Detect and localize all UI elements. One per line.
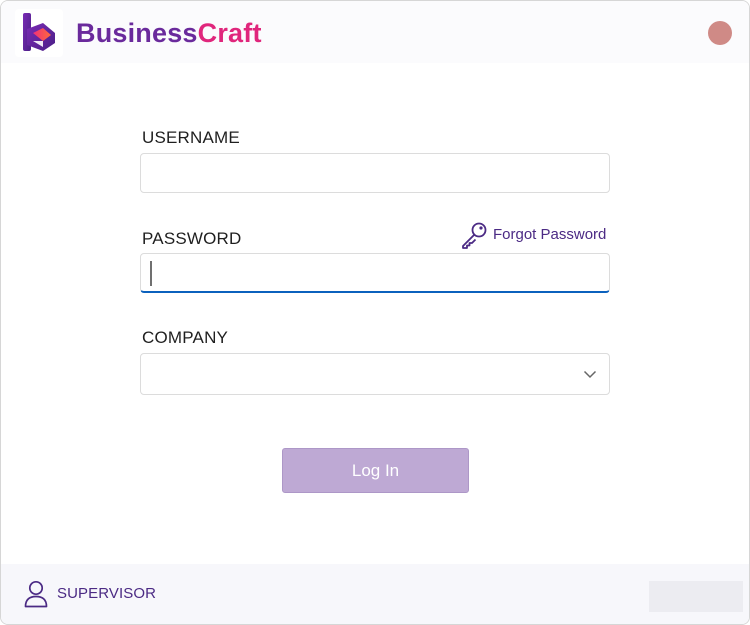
password-label: PASSWORD: [142, 229, 242, 248]
company-label: COMPANY: [142, 328, 229, 347]
user-icon: [24, 580, 48, 608]
username-label: USERNAME: [142, 128, 240, 147]
brand-name-part1: Business: [76, 18, 198, 48]
key-icon: [462, 222, 487, 249]
footer-status-area: [649, 581, 743, 612]
login-button[interactable]: Log In: [282, 448, 469, 493]
close-dot-icon[interactable]: [708, 21, 732, 45]
forgot-password-label: Forgot Password: [493, 226, 607, 243]
businesscraft-logo-icon: [23, 13, 55, 51]
chevron-down-icon: [583, 370, 597, 379]
footer-bar: SUPERVISOR: [1, 564, 749, 624]
brand-name-part2: Craft: [197, 18, 262, 48]
company-select[interactable]: [140, 353, 610, 395]
brand-name: BusinessCraft: [76, 15, 262, 51]
current-user-name: SUPERVISOR: [57, 585, 157, 602]
login-window: BusinessCraft USERNAME PASSWORD Forgot P…: [0, 0, 750, 625]
username-input[interactable]: [140, 153, 610, 193]
text-caret: [150, 261, 152, 286]
app-logo: [15, 9, 63, 57]
password-input[interactable]: [140, 253, 610, 293]
title-bar: BusinessCraft: [1, 1, 749, 63]
